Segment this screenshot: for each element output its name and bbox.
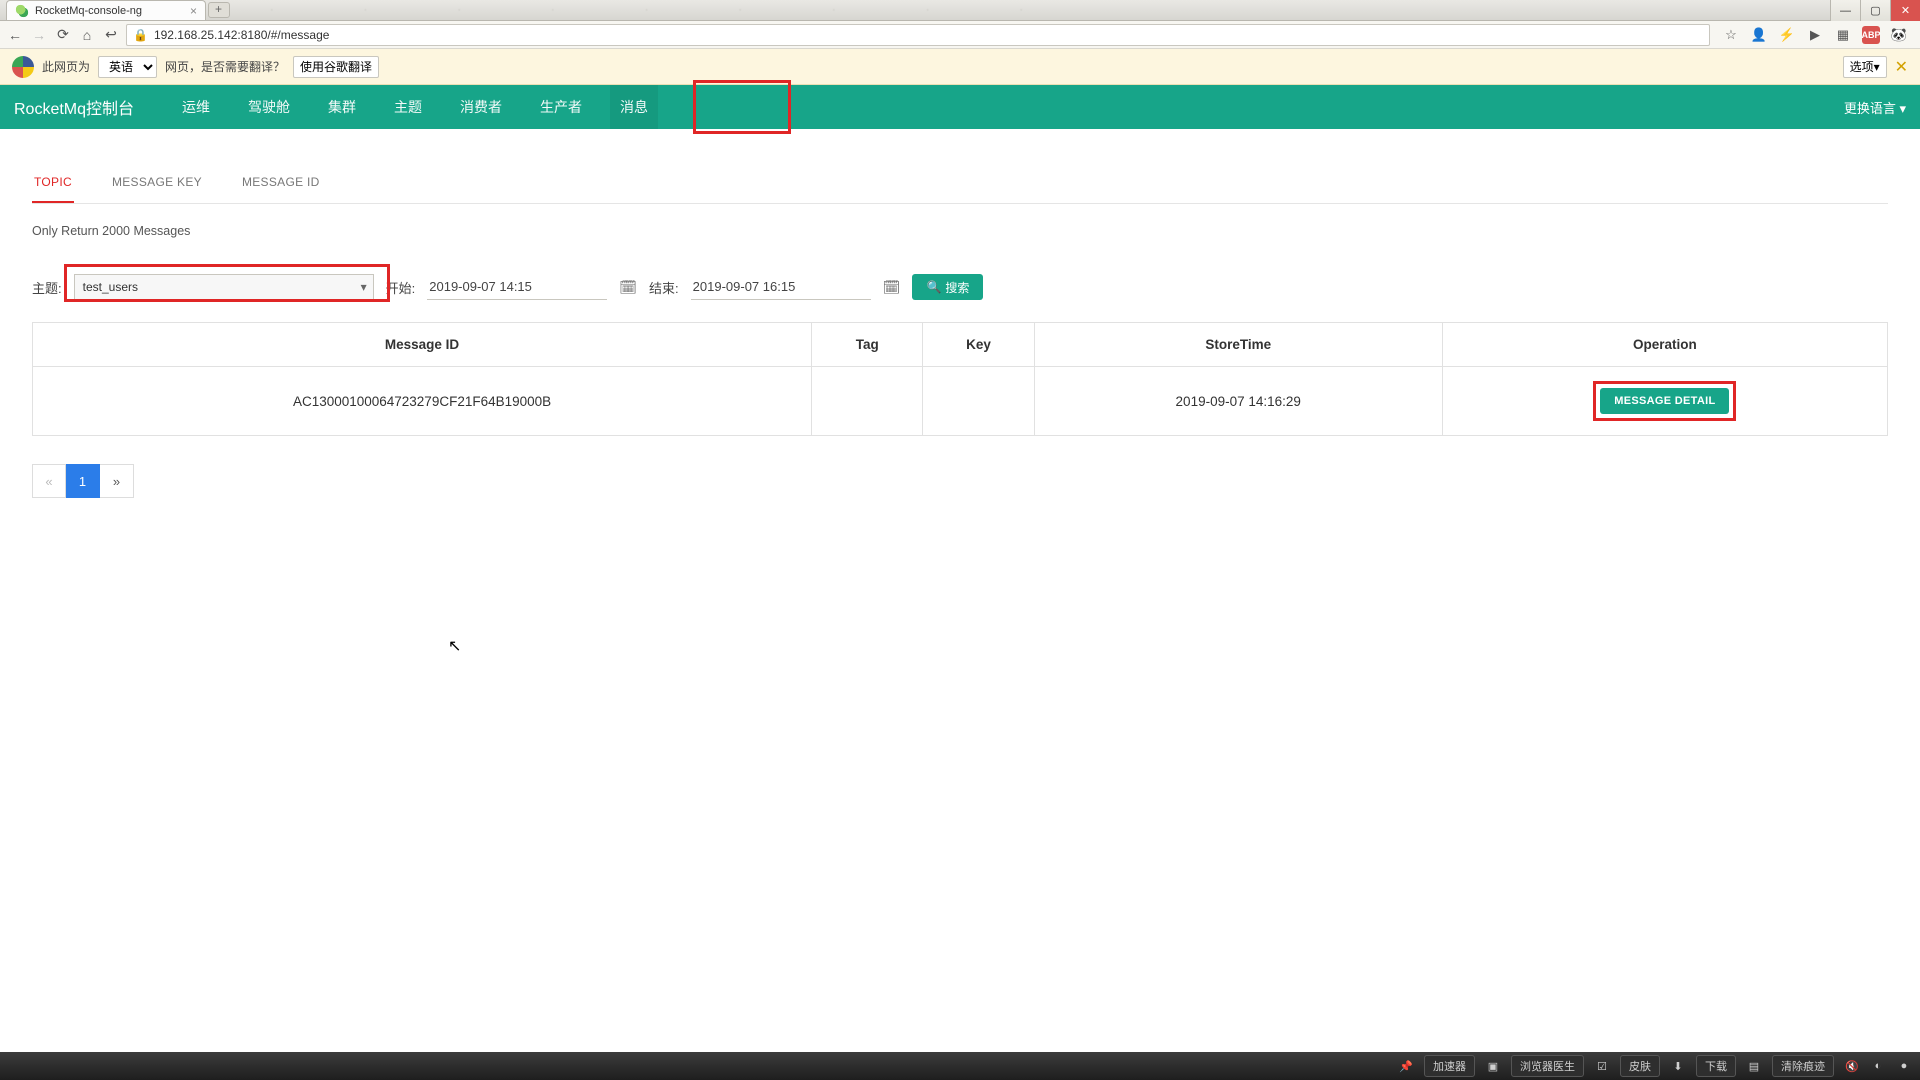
browser-navbar: ← → ⟳ ⌂ ↩ 🔒 192.168.25.142:8180/#/messag…: [0, 21, 1920, 49]
taskbar-skin[interactable]: 皮肤: [1620, 1055, 1660, 1077]
taskbar-mute-icon[interactable]: 🔇: [1844, 1058, 1860, 1074]
translate-swirl-icon: [12, 56, 34, 78]
search-icon: 🔍: [926, 280, 941, 294]
tab-favicon: [15, 4, 29, 18]
col-storetime: StoreTime: [1034, 323, 1442, 367]
mouse-cursor-icon: ↖: [448, 636, 461, 656]
translate-bar: 此网页为 英语 网页，是否需要翻译？ 使用谷歌翻译 选项▾ ✕: [0, 49, 1920, 85]
col-operation: Operation: [1442, 323, 1887, 367]
nav-topic[interactable]: 主题: [384, 85, 432, 129]
translate-options-button[interactable]: 选项▾: [1843, 56, 1887, 78]
cell-storetime: 2019-09-07 14:16:29: [1034, 367, 1442, 436]
nav-ops[interactable]: 运维: [172, 85, 220, 129]
url-text: 192.168.25.142:8180/#/message: [154, 28, 329, 42]
nav-reload-icon[interactable]: ⟳: [54, 26, 72, 44]
nav-message[interactable]: 消息: [610, 85, 658, 129]
nav-back-icon[interactable]: ←: [6, 26, 24, 44]
message-table: Message ID Tag Key StoreTime Operation A…: [32, 322, 1888, 436]
search-button[interactable]: 🔍 搜索: [912, 274, 983, 300]
toolbar-right: ☆ 👤 ⚡ ▶ ▦ ABP 🐼: [1716, 26, 1914, 44]
nav-dashboard[interactable]: 驾驶舱: [238, 85, 300, 129]
cell-tag: [812, 367, 923, 436]
app-brand[interactable]: RocketMq控制台: [14, 95, 134, 119]
adblock-icon[interactable]: ABP: [1862, 26, 1880, 44]
taskbar-moon-icon[interactable]: ◐: [1870, 1058, 1886, 1074]
os-taskbar: 📌 加速器 ▣ 浏览器医生 ☑ 皮肤 ⬇ 下载 ▤ 清除痕迹 🔇 ◐ ●: [0, 1052, 1920, 1080]
nav-lang-switch[interactable]: 更换语言 ▾: [1844, 98, 1906, 117]
taskbar-clear[interactable]: 清除痕迹: [1772, 1055, 1834, 1077]
nav-cluster[interactable]: 集群: [318, 85, 366, 129]
nav-forward-icon[interactable]: →: [30, 26, 48, 44]
col-key: Key: [923, 323, 1034, 367]
translate-close-icon[interactable]: ✕: [1895, 57, 1908, 77]
subtab-message-key[interactable]: MESSAGE KEY: [110, 165, 204, 203]
panda-icon[interactable]: 🐼: [1890, 26, 1908, 44]
translate-prefix: 此网页为: [42, 58, 90, 75]
begin-datetime-input[interactable]: [427, 274, 607, 300]
nav-producer[interactable]: 生产者: [530, 85, 592, 129]
taskbar-list-icon[interactable]: ▤: [1746, 1058, 1762, 1074]
calendar-icon[interactable]: 🗓: [883, 279, 901, 296]
end-datetime-input[interactable]: [691, 274, 871, 300]
insecure-icon: 🔒: [133, 28, 148, 42]
tab-close-icon[interactable]: ×: [190, 4, 197, 18]
browser-title-bar: RocketMq-console-ng × ········· — ▢ ✕: [0, 0, 1920, 21]
background-tabs: ·········: [230, 0, 1920, 20]
apps-grid-icon[interactable]: ▦: [1834, 26, 1852, 44]
cell-operation: MESSAGE DETAIL: [1442, 367, 1887, 436]
calendar-icon[interactable]: 🗓: [619, 279, 637, 296]
play-icon[interactable]: ▶: [1806, 26, 1824, 44]
topic-select-value: test_users: [83, 280, 138, 294]
subtab-message-id[interactable]: MESSAGE ID: [240, 165, 322, 203]
subtab-topic[interactable]: TOPIC: [32, 165, 74, 203]
topic-select[interactable]: test_users: [74, 274, 374, 300]
filter-row: 主题: test_users 开始: 🗓 结束: 🗓 🔍 搜索: [32, 274, 1888, 300]
taskbar-dot-icon[interactable]: ●: [1896, 1058, 1912, 1074]
window-minimize-button[interactable]: —: [1830, 0, 1860, 21]
taskbar-accel[interactable]: 加速器: [1424, 1055, 1475, 1077]
topic-label: 主题:: [32, 278, 62, 297]
taskbar-download-icon[interactable]: ⬇: [1670, 1058, 1686, 1074]
taskbar-check-icon[interactable]: ☑: [1594, 1058, 1610, 1074]
search-button-label: 搜索: [945, 279, 969, 296]
app-navbar: RocketMq控制台 运维 驾驶舱 集群 主题 消费者 生产者 消息 更换语言…: [0, 85, 1920, 129]
pager-prev[interactable]: «: [32, 464, 66, 498]
sub-tabs: TOPIC MESSAGE KEY MESSAGE ID: [32, 165, 1888, 204]
taskbar-download[interactable]: 下载: [1696, 1055, 1736, 1077]
annotation-highlight-detail-btn: MESSAGE DETAIL: [1593, 381, 1736, 421]
taskbar-doctor[interactable]: 浏览器医生: [1511, 1055, 1584, 1077]
nav-consumer[interactable]: 消费者: [450, 85, 512, 129]
taskbar-pin-icon[interactable]: 📌: [1398, 1058, 1414, 1074]
nav-home-icon[interactable]: ⌂: [78, 26, 96, 44]
url-bar[interactable]: 🔒 192.168.25.142:8180/#/message: [126, 24, 1710, 46]
begin-label: 开始:: [386, 278, 416, 297]
window-close-button[interactable]: ✕: [1890, 0, 1920, 21]
browser-tab-active[interactable]: RocketMq-console-ng ×: [6, 0, 206, 20]
table-row: AC13000100064723279CF21F64B19000B 2019-0…: [33, 367, 1888, 436]
bookmark-star-icon[interactable]: ☆: [1722, 26, 1740, 44]
nav-undo-icon[interactable]: ↩: [102, 26, 120, 44]
annotation-highlight-nav: [693, 80, 791, 134]
message-detail-button[interactable]: MESSAGE DETAIL: [1600, 388, 1729, 414]
translate-suffix: 网页，是否需要翻译？: [165, 58, 285, 75]
result-limit-hint: Only Return 2000 Messages: [32, 224, 1888, 238]
new-tab-button[interactable]: [208, 2, 230, 18]
end-label: 结束:: [649, 278, 679, 297]
col-message-id: Message ID: [33, 323, 812, 367]
pager-next[interactable]: »: [100, 464, 134, 498]
col-tag: Tag: [812, 323, 923, 367]
tab-title: RocketMq-console-ng: [35, 5, 142, 17]
translate-lang-select[interactable]: 英语: [98, 56, 157, 78]
pager-page-1[interactable]: 1: [66, 464, 100, 498]
user-icon[interactable]: 👤: [1750, 26, 1768, 44]
cell-key: [923, 367, 1034, 436]
translate-do-button[interactable]: 使用谷歌翻译: [293, 56, 379, 78]
pagination: « 1 »: [32, 464, 1888, 498]
taskbar-screen-icon[interactable]: ▣: [1485, 1058, 1501, 1074]
cell-message-id: AC13000100064723279CF21F64B19000B: [33, 367, 812, 436]
window-maximize-button[interactable]: ▢: [1860, 0, 1890, 21]
bolt-icon[interactable]: ⚡: [1778, 26, 1796, 44]
